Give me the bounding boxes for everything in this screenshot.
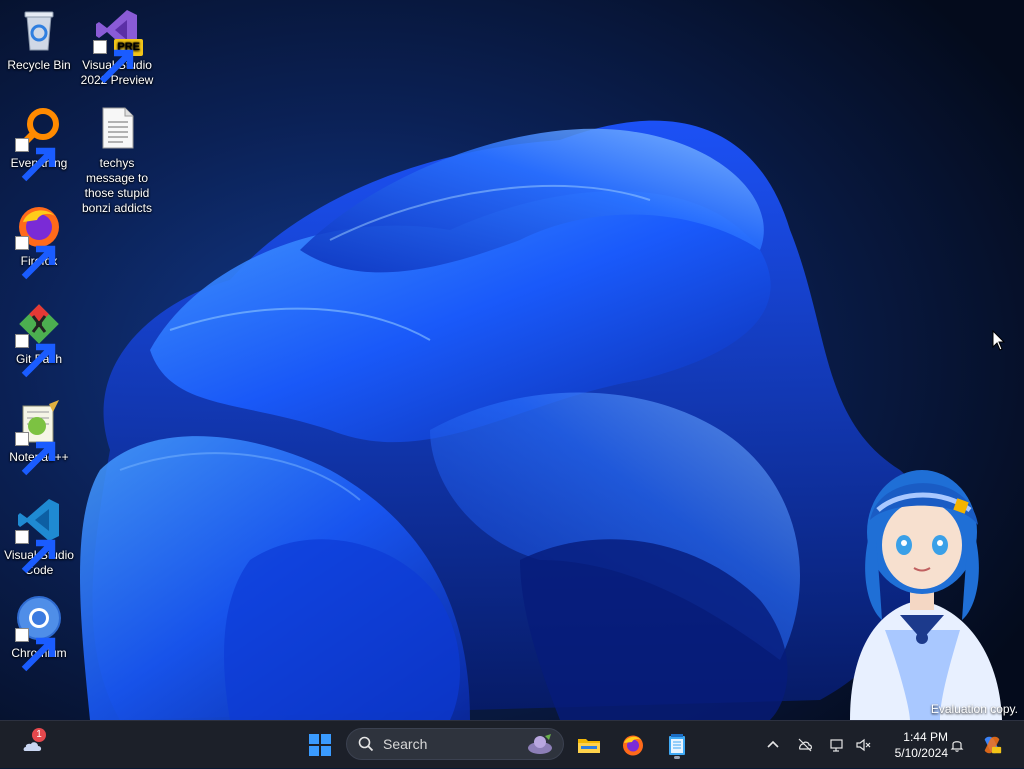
onedrive-tray-button[interactable] [794,721,816,769]
taskbar-file-explorer[interactable] [573,729,605,761]
show-hidden-icons-button[interactable] [762,721,784,769]
everything-search-icon [15,104,63,182]
notifications-button[interactable] [946,721,968,769]
chevron-up-icon [767,740,779,748]
start-button[interactable] [304,729,336,761]
search-icon [358,736,374,752]
active-indicator [674,756,680,759]
shortcut-arrow-icon [93,40,134,84]
desktop-icon-vscode[interactable]: Visual Studio Code [0,496,78,578]
volume-tray-button[interactable] [852,721,874,769]
taskbar-notepad[interactable] [661,729,693,761]
vscode-icon [15,496,63,574]
git-bash-icon [15,300,63,378]
network-icon [830,739,843,752]
search-highlight-icon [528,734,552,754]
notepad-icon [669,734,685,755]
evaluation-watermark: Evaluation copy. [930,702,1018,716]
firefox-icon [15,202,63,280]
network-tray-button[interactable] [826,721,848,769]
mascot-character-illustration [850,470,1002,720]
taskbar-search-box[interactable]: Search [346,728,564,760]
bell-icon [950,741,964,752]
system-clock[interactable]: 1:44 PM 5/10/2024 [878,729,948,761]
volume-muted-icon [856,738,871,752]
clock-time: 1:44 PM [903,730,948,744]
widgets-button[interactable]: 1 [16,728,48,761]
shortcut-arrow-icon [15,432,56,476]
notepad-plus-plus-icon [15,398,63,476]
cloud-offline-icon [798,738,812,752]
desktop-icon-git-bash[interactable]: Git Bash [0,300,78,378]
desktop-icon-visual-studio-preview[interactable]: PRE Visual Studio 2022 Preview [78,6,156,88]
desktop[interactable]: Recycle Bin PRE Visual Studio 2022 Previ… [0,0,1024,720]
shortcut-arrow-icon [15,334,56,378]
taskbar: 1 Search 1:44 PM 5/10/2024 [0,720,1024,768]
desktop-icon-notepad-plus-plus[interactable]: Notepad++ [0,398,78,476]
copilot-button[interactable] [978,721,1006,769]
recycle-bin-icon [15,6,63,54]
desktop-icon-firefox[interactable]: Firefox [0,202,78,280]
file-explorer-icon [578,739,600,753]
start-icon [309,734,331,756]
chromium-icon [15,594,63,672]
desktop-icon-label: techys message to those stupid bonzi add… [81,156,153,215]
taskbar-firefox[interactable] [617,729,649,761]
desktop-icon-label: Recycle Bin [7,58,71,72]
desktop-icon-everything[interactable]: Everything [0,104,78,182]
copilot-icon [984,736,1002,754]
widgets-badge: 1 [32,728,46,742]
shortcut-arrow-icon [15,530,56,574]
clock-date: 5/10/2024 [894,746,948,760]
desktop-icon-text-document[interactable]: techys message to those stupid bonzi add… [78,104,156,216]
desktop-icon-chromium[interactable]: Chromium [0,594,78,672]
visual-studio-preview-icon: PRE [93,6,143,84]
mouse-cursor-icon [992,330,1006,351]
shortcut-arrow-icon [15,138,56,182]
desktop-icon-recycle-bin[interactable]: Recycle Bin [0,6,78,73]
firefox-icon [623,735,643,756]
search-label: Search [383,736,428,752]
shortcut-arrow-icon [15,236,56,280]
text-document-icon [93,104,141,152]
shortcut-arrow-icon [15,628,56,672]
